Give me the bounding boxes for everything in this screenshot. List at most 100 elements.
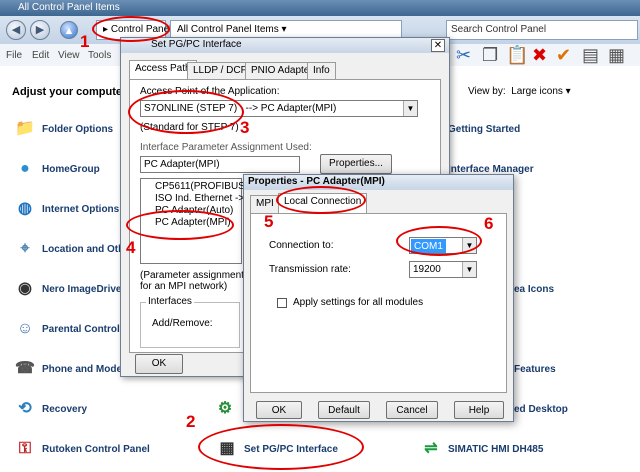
callout-ring-2 — [198, 424, 364, 470]
tab-lldp-dcp[interactable]: LLDP / DCP — [187, 62, 254, 80]
search-input[interactable]: Search Control Panel — [446, 20, 638, 40]
callout-number-1: 1 — [80, 32, 90, 51]
cp-item-getting-started[interactable]: Getting Started — [448, 118, 520, 144]
location-icon: ⌖ — [20, 240, 30, 258]
view-by-value: Large icons — [511, 86, 563, 97]
folder-icon: 📁 — [15, 120, 35, 138]
callout-number-5: 5 — [264, 212, 274, 231]
list-item-label: ISO Ind. Ethernet -> 8 — [155, 193, 253, 204]
cp-item-partial[interactable]: ⚙ — [214, 398, 242, 424]
chevron-down-icon: ▼ — [403, 101, 417, 116]
interface-used-label: Interface Parameter Assignment Used: — [140, 142, 312, 153]
properties-button[interactable]: Properties... — [320, 154, 392, 174]
breadcrumb-label: All Control Panel Items — [177, 24, 279, 35]
menu-file[interactable]: File — [6, 50, 22, 61]
callout-ring-4 — [126, 210, 234, 240]
check-icon[interactable]: ✔ — [556, 44, 571, 66]
callout-number-4: 4 — [126, 238, 136, 257]
menu-tools[interactable]: Tools — [88, 50, 111, 61]
properties-icon[interactable]: ▤ — [582, 44, 599, 66]
rutoken-icon: ⚿ — [18, 440, 32, 458]
default-button[interactable]: Default — [318, 401, 370, 419]
family-icon: ☺ — [16, 320, 34, 338]
cp-item-label: Location and Oth — [42, 244, 125, 255]
callout-ring-5 — [276, 186, 366, 214]
cancel-button[interactable]: Cancel — [386, 401, 438, 419]
cp-item-folder-options[interactable]: 📁 Folder Options — [14, 118, 113, 144]
access-point-target: --> PC Adapter(MPI) — [245, 103, 337, 114]
dialog-titlebar: Properties - PC Adapter(MPI) — [244, 175, 513, 190]
apply-all-label: Apply settings for all modules — [293, 297, 424, 308]
cp-item-label: ed Desktop — [514, 404, 568, 415]
cp-item-internet-options[interactable]: ◍ Internet Options — [14, 198, 119, 224]
scissors-icon[interactable]: ✂ — [456, 44, 471, 66]
cp-item-label: Folder Options — [42, 124, 114, 135]
delete-icon[interactable]: ✖ — [532, 44, 547, 66]
nero-icon: ◉ — [18, 280, 32, 298]
callout-number-2: 2 — [186, 412, 196, 431]
apply-all-checkbox[interactable] — [277, 298, 287, 308]
up-button[interactable]: ▲ — [60, 21, 78, 39]
tab-info[interactable]: Info — [307, 62, 336, 80]
copy-icon[interactable]: ❐ — [482, 44, 498, 66]
view-by[interactable]: View by: Large icons ▾ — [468, 86, 571, 97]
cp-item-area-icons[interactable]: ea Icons — [514, 278, 554, 304]
cp-item-label: ea Icons — [514, 284, 555, 295]
list-item[interactable]: ISO Ind. Ethernet -> 8 — [141, 193, 253, 205]
cp-item-location[interactable]: ⌖ Location and Oth — [14, 238, 124, 264]
callout-ring-6 — [396, 226, 482, 256]
forward-arrow-icon: ▶ — [35, 24, 45, 36]
cp-item-label: Nero ImageDrive — [42, 284, 122, 295]
cp-item-recovery[interactable]: ⟲ Recovery — [14, 398, 87, 424]
up-arrow-icon: ▲ — [63, 25, 75, 37]
ok-button[interactable]: OK — [135, 354, 183, 374]
view-by-label: View by: — [468, 86, 506, 97]
cp-item-label: Rutoken Control Panel — [42, 444, 150, 455]
list-item-label: CP5611(PROFIBUS - — [155, 181, 251, 192]
homegroup-icon: ● — [20, 160, 30, 178]
close-button[interactable]: ✕ — [431, 39, 445, 52]
phone-icon: ☎ — [15, 360, 35, 378]
back-arrow-icon: ◀ — [11, 24, 21, 36]
cp-item-nero[interactable]: ◉ Nero ImageDrive — [14, 278, 121, 304]
cp-item-label: Phone and Mode — [42, 364, 122, 375]
callout-number-3: 3 — [240, 118, 250, 137]
callout-ring-3 — [128, 90, 244, 134]
forward-button[interactable]: ▶ — [30, 20, 50, 40]
cp-item-rutoken[interactable]: ⚿ Rutoken Control Panel — [14, 438, 150, 464]
cp-item-phone-modem[interactable]: ☎ Phone and Mode — [14, 358, 122, 384]
cp-item-desktop[interactable]: ed Desktop — [514, 398, 568, 424]
dialog-title: Set PG/PC Interface — [151, 39, 242, 50]
cp-item-label: HomeGroup — [42, 164, 100, 175]
back-button[interactable]: ◀ — [6, 20, 26, 40]
cp-item-simatic-hmi[interactable]: ⇌ SIMATIC HMI DH485 — [420, 438, 543, 464]
paste-icon[interactable]: 📋 — [506, 44, 528, 66]
menu-view[interactable]: View — [58, 50, 80, 61]
properties-dialog: Properties - PC Adapter(MPI) MPI Local C… — [243, 174, 514, 422]
rate-select[interactable]: 19200 ▼ — [409, 261, 477, 278]
chevron-down-icon: ▼ — [462, 262, 476, 277]
view-icon[interactable]: ▦ — [608, 44, 625, 66]
cp-item-homegroup[interactable]: ● HomeGroup — [14, 158, 100, 184]
network-cable-icon: ⇌ — [424, 440, 438, 458]
callout-number-6: 6 — [484, 214, 494, 233]
interface-used-field: PC Adapter(MPI) — [140, 156, 300, 173]
cp-item-features[interactable]: Features — [514, 358, 556, 384]
cp-item-label: Parental Controls — [42, 324, 126, 335]
dialog-titlebar: Set PG/PC Interface — [121, 38, 449, 53]
window-title: All Control Panel Items — [18, 2, 120, 13]
add-remove-label: Add/Remove: — [152, 318, 213, 329]
recovery-icon: ⟲ — [18, 400, 32, 418]
ok-button[interactable]: OK — [256, 401, 302, 419]
cp-item-label: Getting Started — [448, 124, 521, 135]
cp-item-parental-controls[interactable]: ☺ Parental Controls — [14, 318, 126, 344]
list-item[interactable]: CP5611(PROFIBUS - — [141, 179, 251, 193]
explorer-titlebar: All Control Panel Items — [0, 0, 640, 16]
rate-value: 19200 — [413, 264, 441, 275]
cp-item-label: Internet Options — [42, 204, 120, 215]
globe-icon: ◍ — [18, 200, 32, 218]
cog-icon: ⚙ — [217, 400, 233, 418]
connection-label: Connection to: — [269, 240, 334, 251]
help-button[interactable]: Help — [454, 401, 504, 419]
menu-edit[interactable]: Edit — [32, 50, 49, 61]
